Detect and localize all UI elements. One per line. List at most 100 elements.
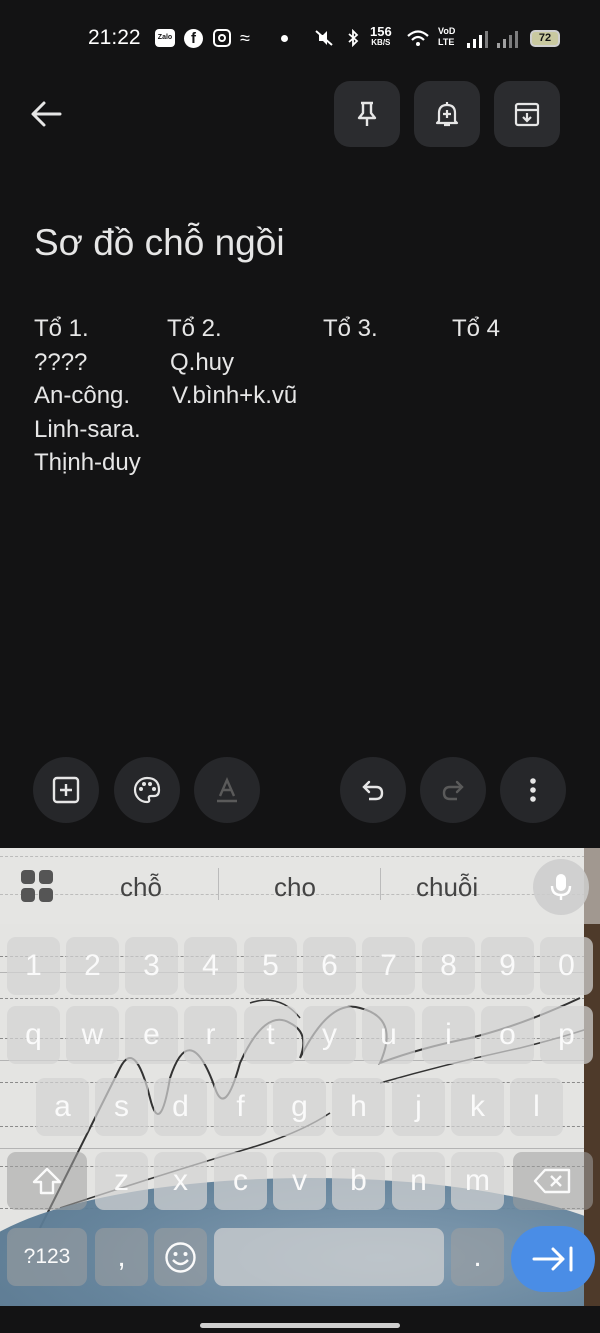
background-options-button[interactable] bbox=[114, 757, 180, 823]
key-i[interactable]: i bbox=[422, 1006, 475, 1064]
key-w[interactable]: w bbox=[66, 1006, 119, 1064]
swirl-app-icon: ≈ bbox=[240, 28, 250, 48]
note-cell: Tổ 4 bbox=[452, 315, 501, 342]
key-x[interactable]: x bbox=[154, 1152, 207, 1210]
key-j[interactable]: j bbox=[392, 1078, 445, 1136]
key-k[interactable]: k bbox=[451, 1078, 504, 1136]
undo-icon bbox=[362, 780, 384, 801]
home-indicator bbox=[200, 1323, 400, 1328]
note-cell: Thịnh-duy bbox=[34, 449, 141, 476]
key-z[interactable]: z bbox=[95, 1152, 148, 1210]
facebook-icon: f bbox=[184, 29, 203, 48]
key-q[interactable]: q bbox=[7, 1006, 60, 1064]
note-cell: V.bình+k.vũ bbox=[172, 382, 298, 409]
space-key[interactable] bbox=[214, 1228, 444, 1286]
suggestion-bar: chỗ cho chuỗi bbox=[0, 848, 600, 924]
key-o[interactable]: o bbox=[481, 1006, 534, 1064]
key-4[interactable]: 4 bbox=[184, 937, 237, 995]
archive-icon bbox=[514, 102, 540, 127]
note-body[interactable]: Tổ 1. Tổ 2. Tổ 3. Tổ 4 ???? Q.huy An-côn… bbox=[34, 312, 554, 480]
key-0[interactable]: 0 bbox=[540, 937, 593, 995]
key-y[interactable]: y bbox=[303, 1006, 356, 1064]
key-2[interactable]: 2 bbox=[66, 937, 119, 995]
note-row: Thịnh-duy bbox=[34, 446, 554, 480]
key-9[interactable]: 9 bbox=[481, 937, 534, 995]
apps-grid-icon[interactable] bbox=[21, 870, 53, 902]
note-row: ???? Q.huy bbox=[34, 346, 554, 380]
note-row: An-công. V.bình+k.vũ bbox=[34, 379, 554, 413]
period-key[interactable]: . bbox=[451, 1228, 504, 1286]
palette-icon bbox=[133, 776, 161, 804]
note-cell: Q.huy bbox=[170, 348, 235, 376]
key-a[interactable]: a bbox=[36, 1078, 89, 1136]
more-options-button[interactable] bbox=[500, 757, 566, 823]
speed-value: 156 bbox=[370, 24, 392, 39]
more-vert-icon bbox=[530, 778, 536, 802]
note-cell: Linh-sara. bbox=[34, 415, 141, 443]
status-bar: 21:22 Zalo f ≈ 156 KB/S VoD LTE 72 bbox=[0, 0, 600, 78]
shift-icon bbox=[32, 1167, 62, 1195]
bluetooth-icon bbox=[346, 28, 360, 48]
mute-icon bbox=[313, 29, 335, 47]
key-d[interactable]: d bbox=[154, 1078, 207, 1136]
key-3[interactable]: 3 bbox=[125, 937, 178, 995]
wifi-icon bbox=[406, 29, 430, 47]
lte-label: LTE bbox=[438, 37, 455, 47]
note-cell: Tổ 3. bbox=[323, 315, 378, 342]
voice-input-button[interactable] bbox=[533, 859, 589, 915]
emoji-icon bbox=[165, 1242, 196, 1273]
key-1[interactable]: 1 bbox=[7, 937, 60, 995]
mic-icon bbox=[550, 874, 572, 900]
text-format-button[interactable] bbox=[194, 757, 260, 823]
reminder-bell-icon bbox=[435, 102, 459, 127]
key-s[interactable]: s bbox=[95, 1078, 148, 1136]
note-cell: Tổ 1. bbox=[34, 315, 89, 342]
suggestion-item[interactable]: cho bbox=[274, 872, 316, 903]
gesture-bar[interactable] bbox=[0, 1306, 600, 1333]
key-r[interactable]: r bbox=[184, 1006, 237, 1064]
key-p[interactable]: p bbox=[540, 1006, 593, 1064]
backspace-icon bbox=[533, 1168, 571, 1194]
enter-key[interactable] bbox=[511, 1226, 595, 1292]
key-m[interactable]: m bbox=[451, 1152, 504, 1210]
suggestion-item[interactable]: chỗ bbox=[120, 872, 162, 903]
status-time: 21:22 bbox=[88, 26, 141, 49]
redo-icon bbox=[442, 780, 464, 801]
emoji-key[interactable] bbox=[154, 1228, 207, 1286]
add-button[interactable] bbox=[33, 757, 99, 823]
undo-button[interactable] bbox=[340, 757, 406, 823]
key-l[interactable]: l bbox=[510, 1078, 563, 1136]
back-button[interactable] bbox=[24, 92, 68, 136]
note-cell: An-công. bbox=[34, 382, 131, 409]
key-h[interactable]: h bbox=[332, 1078, 385, 1136]
shift-key[interactable] bbox=[7, 1152, 87, 1210]
key-c[interactable]: c bbox=[214, 1152, 267, 1210]
key-g[interactable]: g bbox=[273, 1078, 326, 1136]
zalo-icon: Zalo bbox=[155, 29, 175, 47]
instagram-icon bbox=[213, 29, 231, 47]
key-f[interactable]: f bbox=[214, 1078, 267, 1136]
key-v[interactable]: v bbox=[273, 1152, 326, 1210]
key-5[interactable]: 5 bbox=[244, 937, 297, 995]
key-6[interactable]: 6 bbox=[303, 937, 356, 995]
notification-dot-icon bbox=[281, 35, 288, 42]
pin-button[interactable] bbox=[334, 81, 400, 147]
symbols-key[interactable]: ?123 bbox=[7, 1228, 87, 1286]
key-e[interactable]: e bbox=[125, 1006, 178, 1064]
note-title[interactable]: Sơ đồ chỗ ngồi bbox=[34, 222, 285, 264]
backspace-key[interactable] bbox=[513, 1152, 593, 1210]
key-b[interactable]: b bbox=[332, 1152, 385, 1210]
suggestion-item[interactable]: chuỗi bbox=[416, 872, 478, 903]
key-t[interactable]: t bbox=[244, 1006, 297, 1064]
archive-button[interactable] bbox=[494, 81, 560, 147]
key-8[interactable]: 8 bbox=[422, 937, 475, 995]
key-7[interactable]: 7 bbox=[362, 937, 415, 995]
signal-bars-icon bbox=[465, 30, 525, 48]
redo-button[interactable] bbox=[420, 757, 486, 823]
comma-key[interactable]: , bbox=[95, 1228, 148, 1286]
note-cell: Tổ 2. bbox=[167, 315, 222, 342]
key-u[interactable]: u bbox=[362, 1006, 415, 1064]
reminder-button[interactable] bbox=[414, 81, 480, 147]
key-n[interactable]: n bbox=[392, 1152, 445, 1210]
volte-label: VoD bbox=[438, 26, 456, 36]
